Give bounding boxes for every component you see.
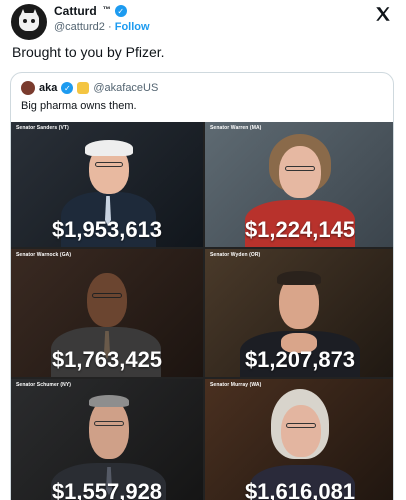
verified-badge-icon: ✓: [114, 5, 127, 17]
portrait-glasses: [92, 293, 122, 298]
author-name[interactable]: Catturd: [54, 4, 97, 18]
senator-amount: $1,763,425: [51, 347, 163, 372]
senator-card-warren: Senator Warren (MA) $1,224,145: [205, 122, 393, 247]
portrait-glasses: [286, 423, 316, 428]
portrait-hair: [277, 271, 321, 285]
quoted-author-handle[interactable]: @akafaceUS: [93, 82, 158, 94]
x-logo-icon[interactable]: [374, 4, 392, 28]
senator-card-sanders: Senator Sanders (VT) $1,953,613: [11, 122, 203, 247]
senator-label: Senator Murray (WA): [210, 382, 262, 388]
senator-label: Senator Wyden (OR): [210, 252, 261, 258]
quoted-author-avatar[interactable]: [21, 81, 35, 95]
senator-card-murray: Senator Murray (WA) $1,616,081: [205, 379, 393, 500]
senator-card-schumer: Senator Schumer (NY) $1,557,928: [11, 379, 203, 500]
author-handle[interactable]: @catturd2: [54, 21, 105, 33]
senator-amount: $1,557,928: [51, 479, 163, 500]
author-name-row: Catturd ™ ✓: [54, 4, 127, 18]
quoted-verified-badge-icon: ✓: [61, 82, 74, 94]
tweet-text: Brought to you by Pfizer.: [12, 44, 165, 60]
quoted-tweet[interactable]: aka ✓ @akafaceUS Big pharma owns them. S…: [10, 72, 394, 500]
author-avatar[interactable]: [11, 4, 47, 40]
x-logo-svg: [376, 7, 390, 21]
quoted-affiliate-badge-icon: [77, 82, 90, 94]
author-handle-row: @catturd2 · Follow: [54, 21, 150, 33]
trademark-symbol: ™: [102, 4, 111, 14]
follow-button[interactable]: Follow: [115, 21, 150, 33]
senator-amount: $1,224,145: [244, 217, 356, 242]
senator-photo-grid[interactable]: Senator Sanders (VT) $1,953,613 Senator …: [11, 122, 393, 500]
quoted-tweet-header: aka ✓ @akafaceUS: [21, 81, 158, 95]
quoted-tweet-text: Big pharma owns them.: [21, 100, 137, 112]
senator-label: Senator Schumer (NY): [16, 382, 72, 388]
portrait-head: [279, 146, 321, 198]
avatar-cat-eye-right: [31, 19, 35, 23]
avatar-cat-face: [19, 13, 39, 31]
senator-amount: $1,953,613: [51, 217, 163, 242]
portrait-glasses: [285, 166, 315, 171]
senator-card-warnock: Senator Warnock (GA) $1,763,425: [11, 249, 203, 377]
senator-label: Senator Sanders (VT): [16, 125, 69, 131]
separator-dot: ·: [107, 21, 112, 33]
portrait-glasses: [95, 162, 123, 167]
senator-amount: $1,207,873: [244, 347, 356, 372]
portrait-head: [281, 405, 321, 457]
senator-label: Senator Warren (MA): [210, 125, 262, 131]
senator-card-wyden: Senator Wyden (OR) $1,207,873: [205, 249, 393, 377]
portrait-glasses: [94, 421, 124, 426]
quoted-author-name[interactable]: aka: [39, 82, 57, 94]
portrait-hair: [85, 140, 133, 156]
portrait-head: [87, 273, 127, 327]
senator-label: Senator Warnock (GA): [16, 252, 72, 258]
senator-amount: $1,616,081: [244, 479, 356, 500]
tweet-header: Catturd ™ ✓ @catturd2 · Follow: [0, 0, 406, 44]
portrait-hair: [89, 395, 129, 407]
portrait-head: [89, 399, 129, 459]
avatar-cat-eye-left: [23, 19, 27, 23]
